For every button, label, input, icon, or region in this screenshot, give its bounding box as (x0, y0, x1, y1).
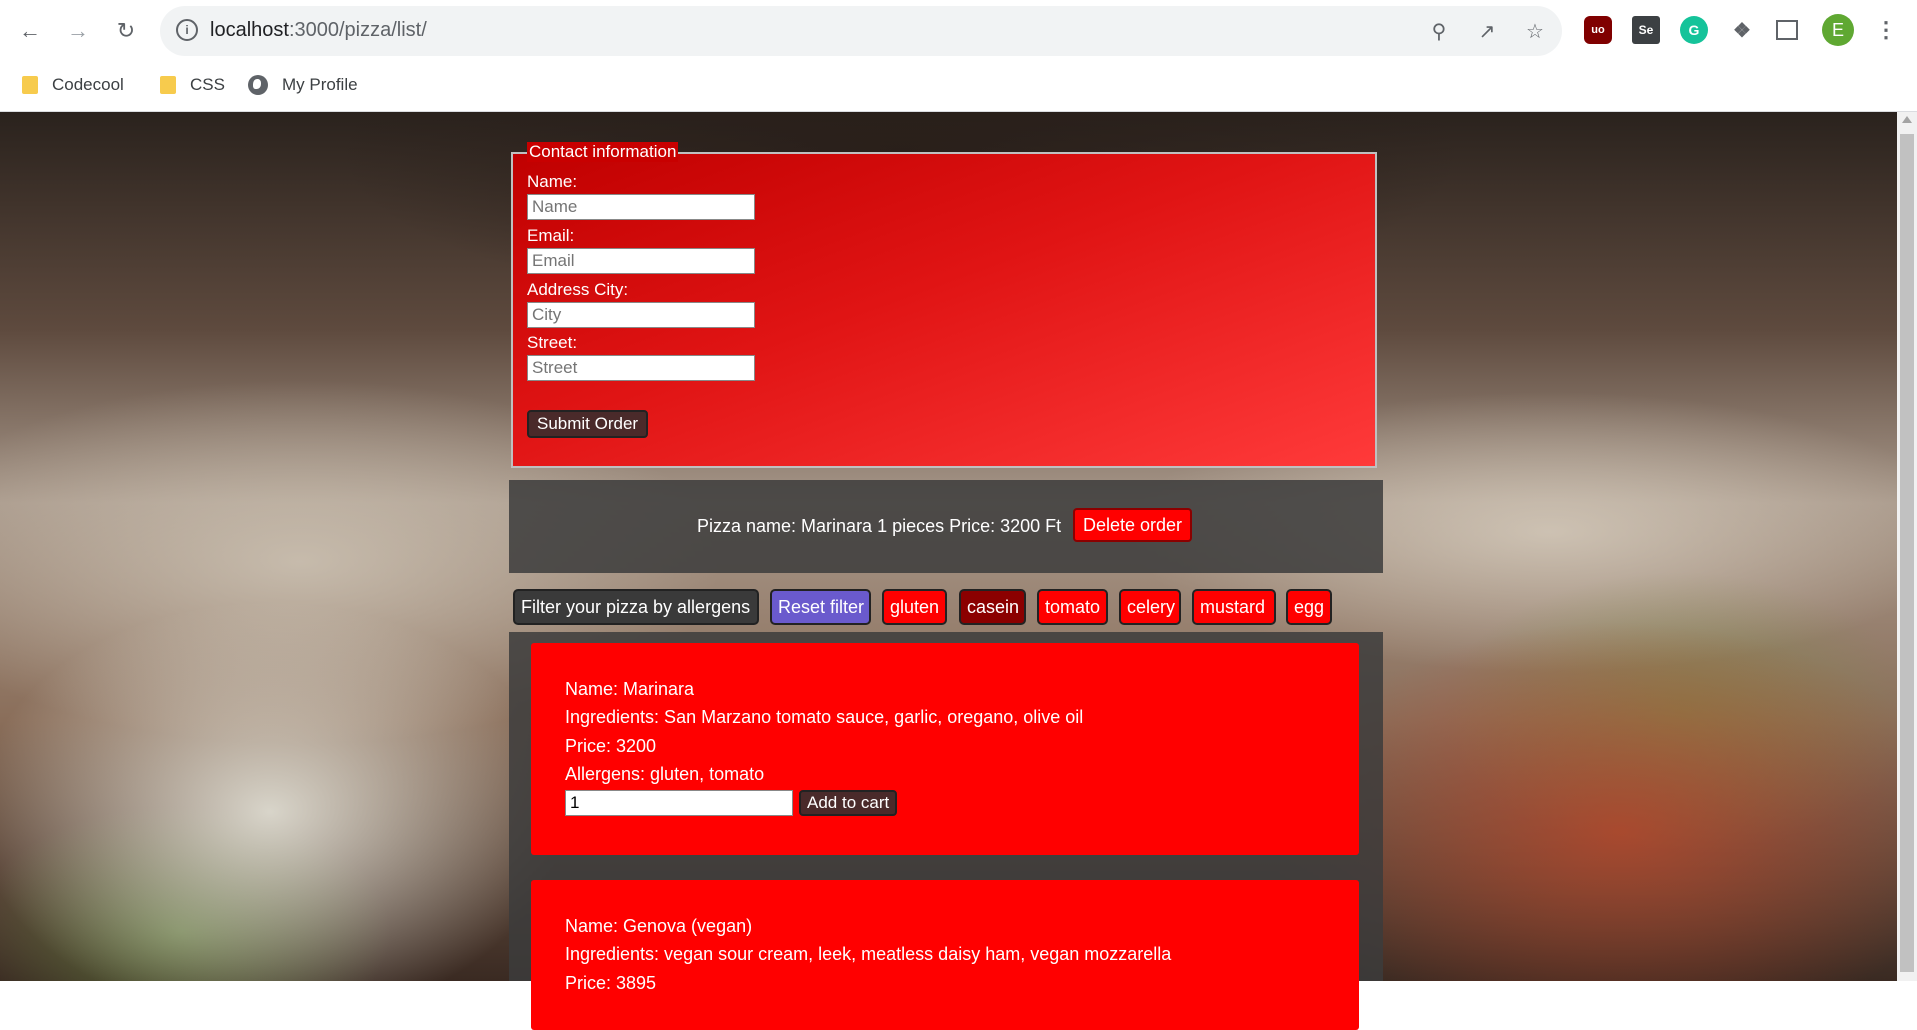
order-summary: Pizza name: Marinara 1 pieces Price: 320… (509, 480, 1383, 573)
email-label: Email: (527, 226, 575, 245)
add-to-cart-button[interactable]: Add to cart (799, 790, 898, 816)
forward-icon[interactable]: → (62, 15, 94, 47)
submit-order-button[interactable]: Submit Order (527, 410, 649, 438)
share-icon[interactable]: ↗ (1474, 18, 1500, 44)
pizza-price: Price: 3895 (565, 973, 657, 993)
grammarly-icon[interactable]: G (1680, 16, 1708, 44)
selenium-text: Se (1638, 23, 1654, 37)
pizza-name: Name: Marinara (565, 679, 695, 699)
globe-icon (248, 75, 268, 95)
reset-filter-button[interactable]: Reset filter (770, 589, 871, 625)
scroll-thumb[interactable] (1900, 134, 1914, 972)
profile-avatar[interactable]: E (1822, 14, 1854, 46)
name-input[interactable] (527, 194, 755, 220)
reload-icon[interactable]: ↻ (110, 15, 142, 47)
allergen-casein-button[interactable]: casein (959, 589, 1026, 625)
bookmark-my-profile[interactable]: My Profile (248, 72, 358, 98)
bookmark-label: My Profile (282, 75, 358, 94)
folder-icon (22, 76, 38, 94)
allergen-celery-button[interactable]: celery (1119, 589, 1181, 625)
ublock-icon[interactable]: uo (1584, 16, 1612, 44)
pizza-card: Name: Genova (vegan) Ingredients: vegan … (531, 880, 1359, 1030)
quantity-input[interactable] (565, 790, 793, 816)
bookmark-label: CSS (190, 75, 225, 94)
contact-legend: Contact information (527, 142, 679, 162)
allergen-tomato-button[interactable]: tomato (1037, 589, 1108, 625)
browser-toolbar: ← → ↻ i localhost:3000/pizza/list/ ⚲ ↗ ☆… (0, 0, 1917, 62)
delete-order-button[interactable]: Delete order (1073, 508, 1193, 542)
zoom-icon[interactable]: ⚲ (1426, 18, 1452, 44)
scroll-up-icon[interactable] (1902, 116, 1912, 123)
extensions-puzzle-icon[interactable]: ❖ (1728, 16, 1756, 44)
url-host: localhost (210, 19, 289, 41)
order-text: Pizza name: Marinara 1 pieces Price: 320… (697, 516, 1062, 536)
allergen-gluten-button[interactable]: gluten (882, 589, 947, 625)
allergen-mustard-button[interactable]: mustard (1192, 589, 1276, 625)
bookmark-label: Codecool (52, 75, 124, 94)
pizza-allergens: Allergens: gluten, tomato (565, 764, 765, 784)
pizza-ingredients: Ingredients: vegan sour cream, leek, mea… (565, 944, 1172, 964)
pizza-card: Name: Marinara Ingredients: San Marzano … (531, 643, 1359, 855)
address-bar[interactable]: i localhost:3000/pizza/list/ ⚲ ↗ ☆ (160, 6, 1562, 56)
url-path: :3000/pizza/list/ (288, 19, 427, 41)
pizza-ingredients: Ingredients: San Marzano tomato sauce, g… (565, 707, 1084, 727)
back-icon[interactable]: ← (14, 15, 46, 47)
profile-initial: E (1831, 19, 1844, 40)
bookmarks-bar: Codecool CSS My Profile (0, 62, 1917, 112)
side-panel-icon[interactable] (1776, 20, 1798, 40)
pizza-list: Name: Marinara Ingredients: San Marzano … (509, 632, 1383, 1030)
street-input[interactable] (527, 355, 755, 381)
pizza-price: Price: 3200 (565, 736, 657, 756)
ublock-text: uo (1591, 24, 1605, 36)
filter-title: Filter your pizza by allergens (513, 589, 759, 625)
city-label: Address City: (527, 280, 629, 299)
bookmark-css[interactable]: CSS (160, 72, 225, 98)
page-scrollbar[interactable] (1897, 112, 1917, 981)
selenium-icon[interactable]: Se (1632, 16, 1660, 44)
contact-form: Contact information Name: Email: Address… (511, 142, 1377, 468)
bookmark-star-icon[interactable]: ☆ (1522, 18, 1548, 44)
grammarly-text: G (1688, 22, 1700, 38)
url-text: localhost:3000/pizza/list/ (210, 19, 427, 42)
pizza-name: Name: Genova (vegan) (565, 916, 753, 936)
bookmark-codecool[interactable]: Codecool (22, 72, 124, 98)
menu-kebab-icon[interactable]: ⋮ (1872, 16, 1900, 44)
name-label: Name: (527, 172, 578, 191)
street-label: Street: (527, 333, 578, 352)
city-input[interactable] (527, 302, 755, 328)
email-input[interactable] (527, 248, 755, 274)
allergen-egg-button[interactable]: egg (1286, 589, 1332, 625)
site-info-icon[interactable]: i (176, 19, 198, 41)
folder-icon (160, 76, 176, 94)
